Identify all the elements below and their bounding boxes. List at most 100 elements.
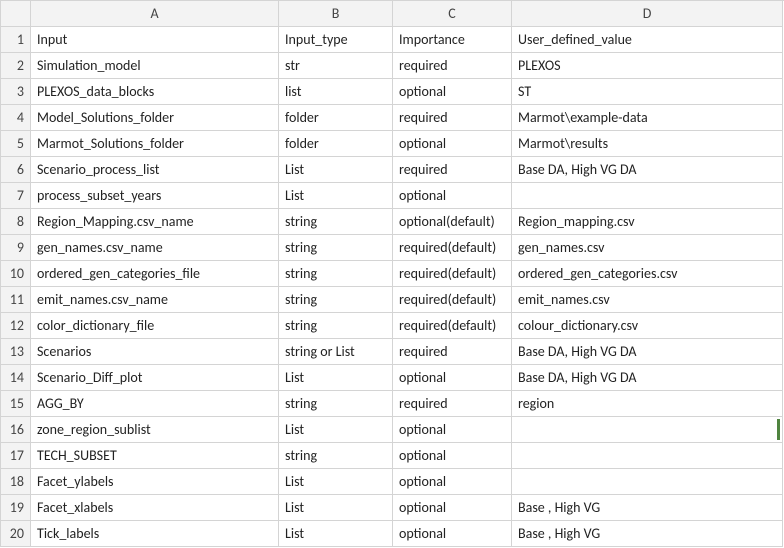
cell-a16[interactable]: zone_region_sublist xyxy=(31,417,279,443)
cell-b19[interactable]: List xyxy=(279,495,393,521)
cell-c20[interactable]: optional xyxy=(393,521,512,547)
cell-c12[interactable]: required(default) xyxy=(393,313,512,339)
cell-a10[interactable]: ordered_gen_categories_file xyxy=(31,261,279,287)
row-header-17[interactable]: 17 xyxy=(1,443,31,469)
row-header-5[interactable]: 5 xyxy=(1,131,31,157)
select-all-corner[interactable] xyxy=(1,1,31,27)
row-header-2[interactable]: 2 xyxy=(1,53,31,79)
cell-b9[interactable]: string xyxy=(279,235,393,261)
row-header-11[interactable]: 11 xyxy=(1,287,31,313)
cell-a19[interactable]: Facet_xlabels xyxy=(31,495,279,521)
cell-a11[interactable]: emit_names.csv_name xyxy=(31,287,279,313)
cell-b1[interactable]: Input_type xyxy=(279,27,393,53)
cell-d12[interactable]: colour_dictionary.csv xyxy=(512,313,783,339)
cell-b7[interactable]: List xyxy=(279,183,393,209)
cell-d18[interactable] xyxy=(512,469,783,495)
cell-b11[interactable]: string xyxy=(279,287,393,313)
cell-d9[interactable]: gen_names.csv xyxy=(512,235,783,261)
cell-b4[interactable]: folder xyxy=(279,105,393,131)
col-header-b[interactable]: B xyxy=(279,1,393,27)
cell-a13[interactable]: Scenarios xyxy=(31,339,279,365)
row-header-9[interactable]: 9 xyxy=(1,235,31,261)
cell-b14[interactable]: List xyxy=(279,365,393,391)
cell-c8[interactable]: optional(default) xyxy=(393,209,512,235)
cell-d4[interactable]: Marmot\example-data xyxy=(512,105,783,131)
cell-a9[interactable]: gen_names.csv_name xyxy=(31,235,279,261)
cell-d15[interactable]: region xyxy=(512,391,783,417)
cell-c6[interactable]: required xyxy=(393,157,512,183)
cell-c7[interactable]: optional xyxy=(393,183,512,209)
cell-d20[interactable]: Base , High VG xyxy=(512,521,783,547)
cell-d2[interactable]: PLEXOS xyxy=(512,53,783,79)
cell-c18[interactable]: optional xyxy=(393,469,512,495)
cell-c14[interactable]: optional xyxy=(393,365,512,391)
cell-a1[interactable]: Input xyxy=(31,27,279,53)
cell-c19[interactable]: optional xyxy=(393,495,512,521)
cell-c15[interactable]: required xyxy=(393,391,512,417)
cell-c4[interactable]: required xyxy=(393,105,512,131)
row-header-13[interactable]: 13 xyxy=(1,339,31,365)
cell-a8[interactable]: Region_Mapping.csv_name xyxy=(31,209,279,235)
row-header-14[interactable]: 14 xyxy=(1,365,31,391)
cell-c2[interactable]: required xyxy=(393,53,512,79)
row-header-19[interactable]: 19 xyxy=(1,495,31,521)
cell-d13[interactable]: Base DA, High VG DA xyxy=(512,339,783,365)
cell-a18[interactable]: Facet_ylabels xyxy=(31,469,279,495)
row-header-1[interactable]: 1 xyxy=(1,27,31,53)
cell-b13[interactable]: string or List xyxy=(279,339,393,365)
row-header-16[interactable]: 16 xyxy=(1,417,31,443)
cell-b20[interactable]: List xyxy=(279,521,393,547)
col-header-d[interactable]: D xyxy=(512,1,783,27)
cell-d6[interactable]: Base DA, High VG DA xyxy=(512,157,783,183)
cell-d5[interactable]: Marmot\results xyxy=(512,131,783,157)
col-header-c[interactable]: C xyxy=(393,1,512,27)
row-header-4[interactable]: 4 xyxy=(1,105,31,131)
cell-a17[interactable]: TECH_SUBSET xyxy=(31,443,279,469)
cell-b17[interactable]: string xyxy=(279,443,393,469)
cell-c3[interactable]: optional xyxy=(393,79,512,105)
cell-b18[interactable]: List xyxy=(279,469,393,495)
cell-c9[interactable]: required(default) xyxy=(393,235,512,261)
cell-d11[interactable]: emit_names.csv xyxy=(512,287,783,313)
cell-d10[interactable]: ordered_gen_categories.csv xyxy=(512,261,783,287)
row-header-7[interactable]: 7 xyxy=(1,183,31,209)
row-header-8[interactable]: 8 xyxy=(1,209,31,235)
row-header-3[interactable]: 3 xyxy=(1,79,31,105)
cell-d16[interactable] xyxy=(512,417,783,443)
cell-d14[interactable]: Base DA, High VG DA xyxy=(512,365,783,391)
cell-c17[interactable]: optional xyxy=(393,443,512,469)
row-header-6[interactable]: 6 xyxy=(1,157,31,183)
cell-b5[interactable]: folder xyxy=(279,131,393,157)
cell-b10[interactable]: string xyxy=(279,261,393,287)
cell-d7[interactable] xyxy=(512,183,783,209)
cell-d17[interactable] xyxy=(512,443,783,469)
cell-a5[interactable]: Marmot_Solutions_folder xyxy=(31,131,279,157)
cell-a14[interactable]: Scenario_Diff_plot xyxy=(31,365,279,391)
cell-a15[interactable]: AGG_BY xyxy=(31,391,279,417)
cell-c11[interactable]: required(default) xyxy=(393,287,512,313)
cell-a2[interactable]: Simulation_model xyxy=(31,53,279,79)
cell-d3[interactable]: ST xyxy=(512,79,783,105)
cell-a4[interactable]: Model_Solutions_folder xyxy=(31,105,279,131)
cell-d19[interactable]: Base , High VG xyxy=(512,495,783,521)
cell-b16[interactable]: List xyxy=(279,417,393,443)
cell-b3[interactable]: list xyxy=(279,79,393,105)
row-header-15[interactable]: 15 xyxy=(1,391,31,417)
cell-b2[interactable]: str xyxy=(279,53,393,79)
cell-b8[interactable]: string xyxy=(279,209,393,235)
cell-d8[interactable]: Region_mapping.csv xyxy=(512,209,783,235)
row-header-10[interactable]: 10 xyxy=(1,261,31,287)
cell-a3[interactable]: PLEXOS_data_blocks xyxy=(31,79,279,105)
cell-c16[interactable]: optional xyxy=(393,417,512,443)
row-header-20[interactable]: 20 xyxy=(1,521,31,547)
cell-d1[interactable]: User_defined_value xyxy=(512,27,783,53)
cell-b12[interactable]: string xyxy=(279,313,393,339)
cell-c1[interactable]: Importance xyxy=(393,27,512,53)
cell-c10[interactable]: required(default) xyxy=(393,261,512,287)
cell-a6[interactable]: Scenario_process_list xyxy=(31,157,279,183)
row-header-12[interactable]: 12 xyxy=(1,313,31,339)
cell-c13[interactable]: required xyxy=(393,339,512,365)
col-header-a[interactable]: A xyxy=(31,1,279,27)
row-header-18[interactable]: 18 xyxy=(1,469,31,495)
cell-b6[interactable]: List xyxy=(279,157,393,183)
